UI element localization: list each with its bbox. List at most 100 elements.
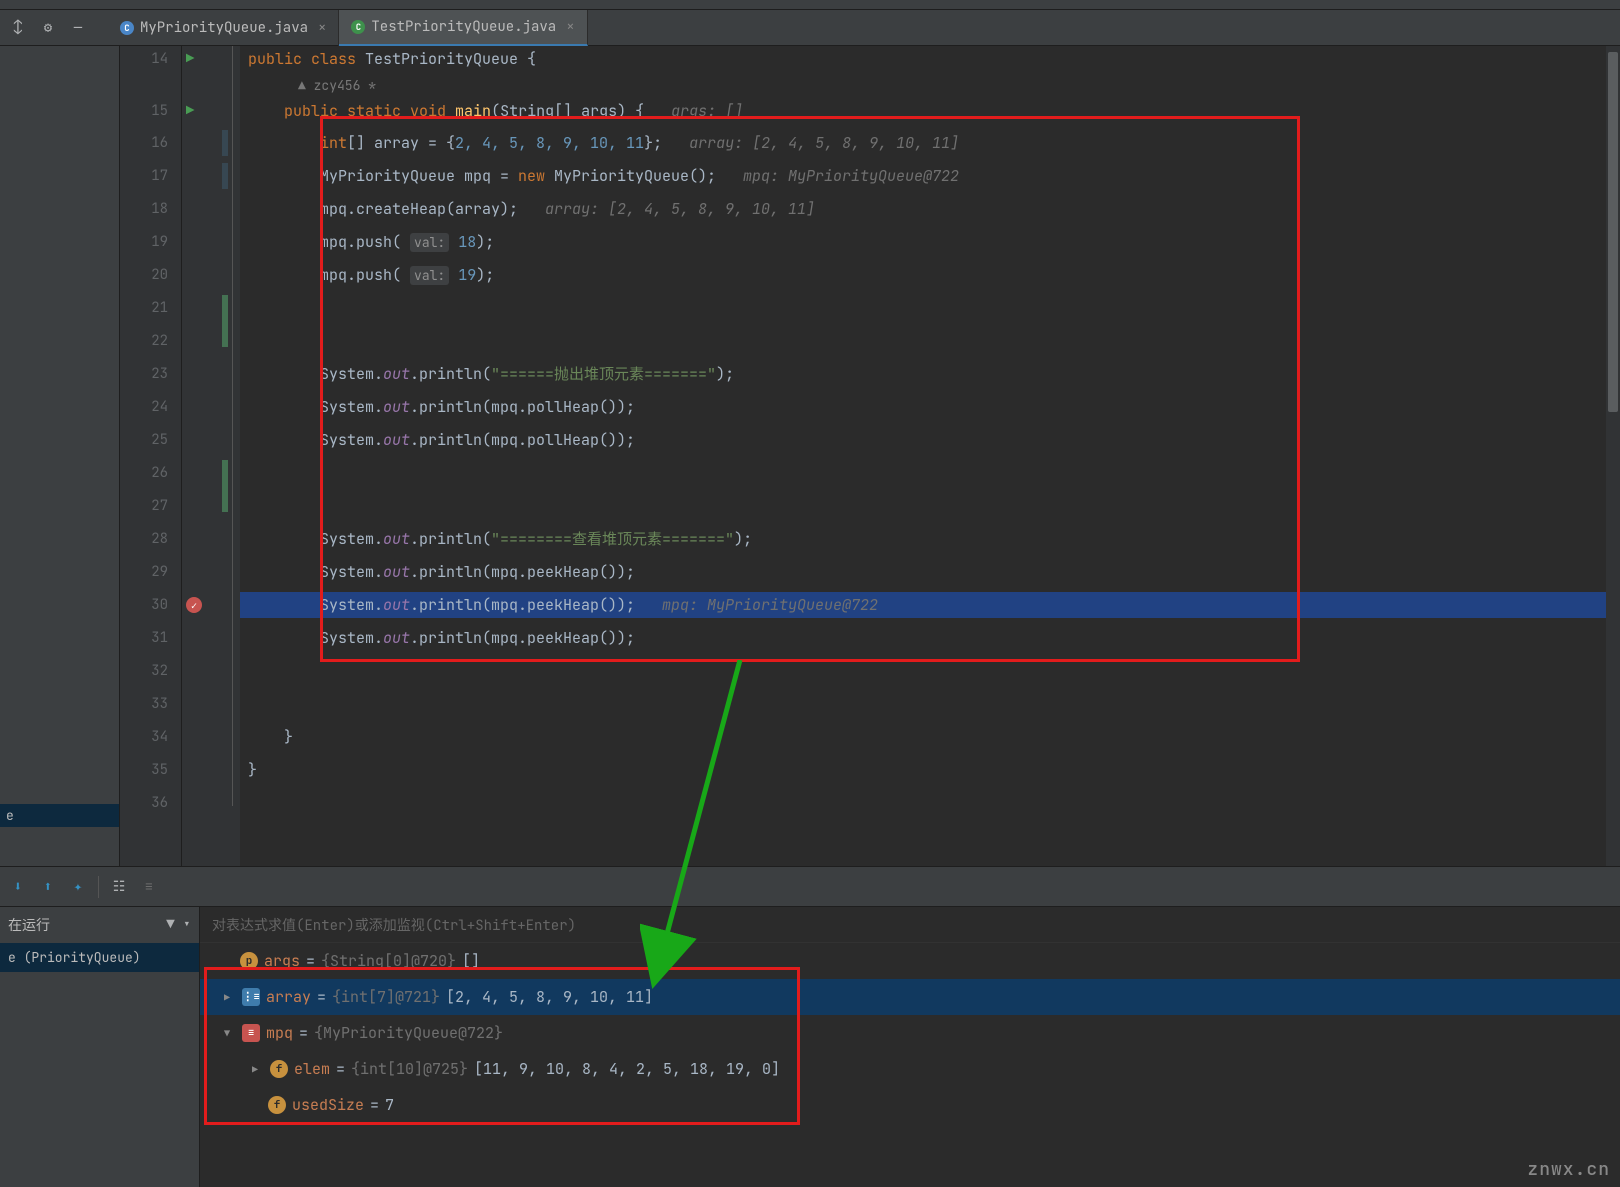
field-icon: f xyxy=(270,1060,288,1078)
line-number: 33 xyxy=(120,691,168,717)
line-number: 24 xyxy=(120,394,168,420)
diff-marker xyxy=(222,295,228,347)
code-line: mpq.push( val: 18); xyxy=(240,229,1620,255)
debug-panel: ⬇ ⬆ ✦ ☷ ≡ 在运行 ▼ ▾ e (PriorityQueue) 对表达式… xyxy=(0,866,1620,1187)
code-line: System.out.println("======抛出堆顶元素======="… xyxy=(240,361,1620,387)
var-elem[interactable]: ▶ f elem = {int[10]@725} [11, 9, 10, 8, … xyxy=(200,1051,1620,1087)
java-class-icon: C xyxy=(120,21,134,35)
line-number: 36 xyxy=(120,790,168,816)
tab-label: MyPriorityQueue.java xyxy=(140,19,308,37)
frame-label: e (PriorityQueue) xyxy=(8,949,141,966)
project-item[interactable] xyxy=(0,838,119,844)
line-gutter: 14 15 16 17 18 19 20 21 22 23 24 25 26 2… xyxy=(120,46,182,866)
line-number: 29 xyxy=(120,559,168,585)
run-method-icon[interactable]: ▶ xyxy=(186,98,204,124)
var-mpq[interactable]: ▼ ≡ mpq = {MyPriorityQueue@722} xyxy=(200,1015,1620,1051)
editor-tabs: C MyPriorityQueue.java × C TestPriorityQ… xyxy=(108,10,588,46)
code-line: } xyxy=(240,757,1620,783)
collapse-icon[interactable]: — xyxy=(68,18,88,38)
java-run-icon: C xyxy=(351,20,365,34)
author-hint: ▲ zcy456 * xyxy=(240,72,1620,98)
tab-testpriorityqueue[interactable]: C TestPriorityQueue.java × xyxy=(339,10,587,46)
debug-toolbar: ⬇ ⬆ ✦ ☷ ≡ xyxy=(0,867,1620,907)
gutter-icons: ▶ ▶ xyxy=(182,46,240,866)
code-line: System.out.println(mpq.peekHeap()); xyxy=(240,625,1620,651)
upload-icon[interactable]: ⬆ xyxy=(38,877,58,897)
close-icon[interactable]: × xyxy=(318,19,326,37)
frame-row[interactable]: e (PriorityQueue) xyxy=(0,943,199,972)
line-number: 31 xyxy=(120,625,168,651)
line-number: 32 xyxy=(120,658,168,684)
project-item[interactable]: e xyxy=(0,804,119,827)
select-target-icon[interactable]: ↕ xyxy=(8,18,28,38)
close-icon[interactable]: × xyxy=(566,18,574,36)
line-number: 30 xyxy=(120,592,168,618)
code-line: System.out.println(mpq.peekHeap()); xyxy=(240,559,1620,585)
code-editor[interactable]: public class TestPriorityQueue { ▲ zcy45… xyxy=(240,46,1620,866)
code-line: System.out.println("========查看堆顶元素======… xyxy=(240,526,1620,552)
code-line: System.out.println(mpq.pollHeap()); xyxy=(240,394,1620,420)
line-number: 28 xyxy=(120,526,168,552)
chevron-right-icon[interactable]: ▶ xyxy=(224,991,236,1004)
project-tree-clip: e xyxy=(0,46,120,866)
settings-icon[interactable]: ⚙ xyxy=(38,18,58,38)
code-line: System.out.println(mpq.pollHeap()); xyxy=(240,427,1620,453)
line-number: 19 xyxy=(120,229,168,255)
editor-area: e 14 15 16 17 18 19 20 21 22 23 24 25 26… xyxy=(0,46,1620,866)
main-toolbar: ↕ ⚙ — C MyPriorityQueue.java × C TestPri… xyxy=(0,10,1620,46)
line-number: 35 xyxy=(120,757,168,783)
download-icon[interactable]: ⬇ xyxy=(8,877,28,897)
line-number: 15 xyxy=(120,98,168,124)
line-number: 26 xyxy=(120,460,168,486)
title-bar xyxy=(0,0,1620,10)
chevron-down-icon[interactable]: ▼ xyxy=(224,1027,236,1040)
code-line: mpq.createHeap(array); array: [2, 4, 5, … xyxy=(240,196,1620,222)
line-number: 14 xyxy=(120,46,168,72)
var-array[interactable]: ▶ ⋮≡ array = {int[7]@721} [2, 4, 5, 8, 9… xyxy=(200,979,1620,1015)
chevron-right-icon[interactable]: ▶ xyxy=(252,1063,264,1076)
line-number: 21 xyxy=(120,295,168,321)
tab-label: TestPriorityQueue.java xyxy=(371,18,556,36)
watch-input[interactable]: 对表达式求值(Enter)或添加监视(Ctrl+Shift+Enter) xyxy=(200,907,1620,943)
line-number: 20 xyxy=(120,262,168,288)
field-icon: f xyxy=(268,1096,286,1114)
line-number: 17 xyxy=(120,163,168,189)
tab-mypriorityqueue[interactable]: C MyPriorityQueue.java × xyxy=(108,10,339,46)
fold-guide xyxy=(232,46,233,806)
line-number: 16 xyxy=(120,130,168,156)
dropdown-icon[interactable]: ▾ xyxy=(183,916,191,934)
scrollbar-track[interactable] xyxy=(1606,46,1620,866)
list-view-icon[interactable]: ≡ xyxy=(139,877,159,897)
code-line: mpq.push( val: 19); xyxy=(240,262,1620,288)
array-icon: ⋮≡ xyxy=(242,988,260,1006)
line-number: 34 xyxy=(120,724,168,750)
line-number: 22 xyxy=(120,328,168,354)
var-args[interactable]: p args = {String[0]@720} [] xyxy=(200,943,1620,979)
code-line: public class TestPriorityQueue { xyxy=(240,46,1620,72)
breakpoint-icon[interactable] xyxy=(186,597,202,613)
line-number: 27 xyxy=(120,493,168,519)
frames-label: 在运行 xyxy=(8,915,50,935)
separator xyxy=(98,876,99,898)
table-view-icon[interactable]: ☷ xyxy=(109,877,129,897)
line-number: 25 xyxy=(120,427,168,453)
run-class-icon[interactable]: ▶ xyxy=(186,46,204,72)
watch-placeholder: 对表达式求值(Enter)或添加监视(Ctrl+Shift+Enter) xyxy=(212,915,576,935)
object-icon: ≡ xyxy=(242,1024,260,1042)
watch-add-icon[interactable]: ✦ xyxy=(68,877,88,897)
diff-marker xyxy=(222,460,228,512)
line-number: 18 xyxy=(120,196,168,222)
param-icon: p xyxy=(240,952,258,970)
frames-panel: 在运行 ▼ ▾ e (PriorityQueue) xyxy=(0,907,200,1187)
code-line: MyPriorityQueue mpq = new MyPriorityQueu… xyxy=(240,163,1620,189)
scrollbar-thumb[interactable] xyxy=(1608,52,1618,412)
code-line: int[] array = {2, 4, 5, 8, 9, 10, 11}; a… xyxy=(240,130,1620,156)
code-line: public static void main(String[] args) {… xyxy=(240,98,1620,124)
code-line-current: System.out.println(mpq.peekHeap()); mpq:… xyxy=(240,592,1620,618)
var-usedsize[interactable]: f usedSize = 7 xyxy=(200,1087,1620,1123)
frames-header: 在运行 ▼ ▾ xyxy=(0,907,199,943)
diff-marker xyxy=(222,163,228,189)
line-number: 23 xyxy=(120,361,168,387)
watermark: znwx.cn xyxy=(1527,1158,1610,1181)
filter-icon[interactable]: ▼ xyxy=(166,916,174,934)
